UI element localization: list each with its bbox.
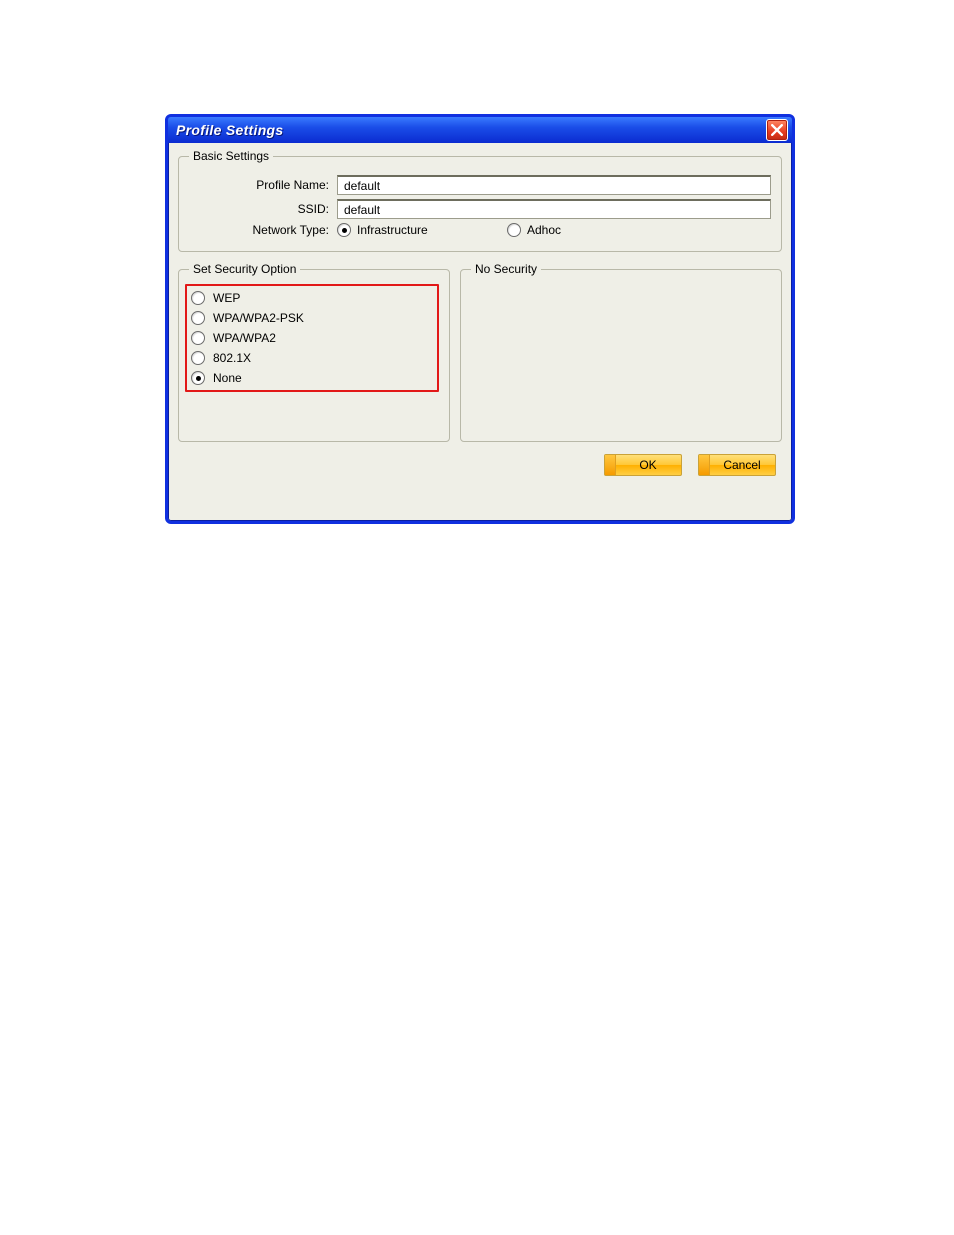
window-title: Profile Settings xyxy=(176,122,283,138)
ok-button[interactable]: OK xyxy=(604,454,682,476)
security-option-group: Set Security Option WEP WPA/WPA2-PSK xyxy=(178,262,450,442)
window-body: Basic Settings Profile Name: SSID: Netwo… xyxy=(168,143,792,486)
network-type-label: Network Type: xyxy=(189,223,337,237)
security-none-radio[interactable] xyxy=(191,371,205,385)
security-wep-radio[interactable] xyxy=(191,291,205,305)
network-type-adhoc-radio[interactable] xyxy=(507,223,521,237)
network-type-infrastructure-label: Infrastructure xyxy=(357,223,428,237)
security-options-highlight: WEP WPA/WPA2-PSK WPA/WPA2 802.1X xyxy=(185,284,439,392)
cancel-button-label: Cancel xyxy=(723,458,760,472)
ssid-label: SSID: xyxy=(189,202,337,216)
cancel-button[interactable]: Cancel xyxy=(698,454,776,476)
security-wpa-psk-radio[interactable] xyxy=(191,311,205,325)
profile-name-label: Profile Name: xyxy=(189,178,337,192)
security-8021x-radio[interactable] xyxy=(191,351,205,365)
titlebar[interactable]: Profile Settings xyxy=(168,117,792,143)
security-none-label: None xyxy=(213,371,242,385)
profile-settings-window: Profile Settings Basic Settings Profile … xyxy=(165,114,795,524)
network-type-adhoc-label: Adhoc xyxy=(527,223,561,237)
basic-settings-group: Basic Settings Profile Name: SSID: Netwo… xyxy=(178,149,782,252)
security-wep-label: WEP xyxy=(213,291,240,305)
profile-name-input[interactable] xyxy=(337,175,771,195)
security-wpa-psk-label: WPA/WPA2-PSK xyxy=(213,311,304,325)
security-8021x-label: 802.1X xyxy=(213,351,251,365)
ok-button-label: OK xyxy=(639,458,656,472)
no-security-group: No Security xyxy=(460,262,782,442)
ssid-input[interactable] xyxy=(337,199,771,219)
no-security-legend: No Security xyxy=(471,262,541,276)
dialog-buttons: OK Cancel xyxy=(178,452,782,476)
security-option-legend: Set Security Option xyxy=(189,262,300,276)
close-icon xyxy=(771,124,783,136)
network-type-infrastructure-radio[interactable] xyxy=(337,223,351,237)
security-wpa-label: WPA/WPA2 xyxy=(213,331,276,345)
close-button[interactable] xyxy=(766,119,788,141)
security-wpa-radio[interactable] xyxy=(191,331,205,345)
basic-settings-legend: Basic Settings xyxy=(189,149,273,163)
